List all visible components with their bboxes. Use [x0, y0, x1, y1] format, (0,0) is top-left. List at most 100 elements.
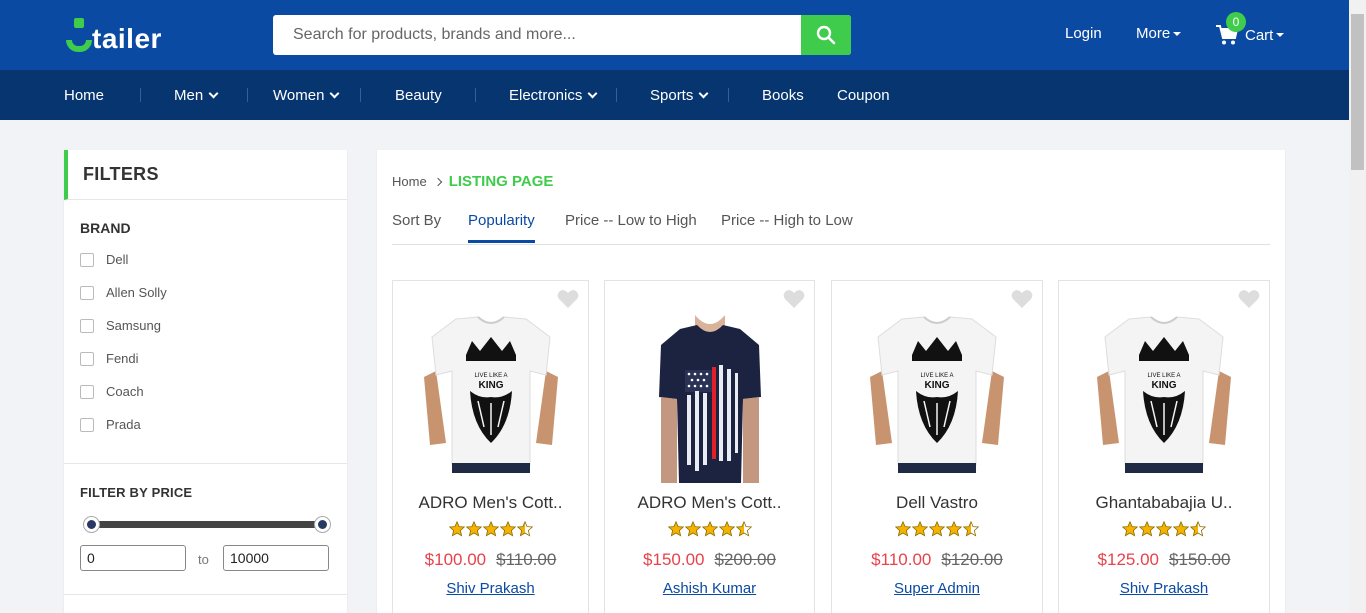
site-logo[interactable]: tailer [64, 14, 162, 54]
seller-link[interactable]: Shiv Prakash [393, 580, 588, 597]
nav-item-sports[interactable]: Sports [650, 87, 709, 104]
wishlist-heart-icon[interactable] [557, 289, 579, 314]
current-price: $125.00 [1097, 550, 1159, 569]
svg-text:KING: KING [478, 380, 503, 391]
filters-title: FILTERS [64, 150, 347, 200]
checkbox[interactable] [80, 318, 94, 333]
price-max-input[interactable] [223, 545, 329, 571]
nav-item-men[interactable]: Men [174, 87, 219, 104]
product-image[interactable] [634, 315, 785, 488]
sort-popularity[interactable]: Popularity [468, 212, 535, 229]
checkbox[interactable] [80, 252, 94, 267]
brand-option-allen-solly[interactable]: Allen Solly [80, 285, 167, 300]
seller-link[interactable]: Ashish Kumar [605, 580, 814, 597]
product-image[interactable]: LIVE LIKE A KING [415, 315, 566, 478]
brand-option-prada[interactable]: Prada [80, 417, 141, 432]
search-input[interactable] [273, 15, 801, 55]
rating-stars [605, 521, 814, 537]
checkbox[interactable] [80, 285, 94, 300]
nav-label: Beauty [395, 87, 442, 104]
search-bar [273, 15, 851, 55]
product-name[interactable]: ADRO Men's Cott.. [393, 493, 588, 513]
sort-price-high-low[interactable]: Price -- High to Low [721, 212, 853, 229]
main-nav: Home Men Women Beauty Electronics Sports… [0, 70, 1349, 120]
nav-item-books[interactable]: Books [762, 87, 804, 104]
caret-down-icon [1276, 33, 1285, 37]
search-button[interactable] [801, 15, 851, 55]
checkbox[interactable] [80, 417, 94, 432]
svg-text:KING: KING [1152, 380, 1177, 391]
brand-option-fendi[interactable]: Fendi [80, 351, 139, 366]
login-link[interactable]: Login [1065, 25, 1102, 42]
brand-label: Samsung [106, 318, 161, 333]
rating-stars [1059, 521, 1269, 537]
brand-option-samsung[interactable]: Samsung [80, 318, 161, 333]
nav-label: Women [273, 87, 325, 104]
nav-item-home[interactable]: Home [64, 87, 104, 104]
product-image[interactable]: LIVE LIKE A KING [1089, 315, 1239, 478]
checkbox[interactable] [80, 351, 94, 366]
search-icon [816, 25, 836, 45]
brand-filter-title: BRAND [80, 220, 131, 236]
price-slider-min-handle[interactable] [83, 516, 100, 533]
logo-text: tailer [92, 23, 162, 54]
price-min-input[interactable] [80, 545, 186, 571]
nav-item-electronics[interactable]: Electronics [509, 87, 598, 104]
product-name[interactable]: Dell Vastro [832, 493, 1042, 513]
current-price: $110.00 [871, 550, 932, 569]
nav-item-women[interactable]: Women [273, 87, 340, 104]
brand-option-dell[interactable]: Dell [80, 252, 128, 267]
product-card[interactable]: LIVE LIKE A KING Dell Vastro $110.00 $120.00… [831, 280, 1043, 613]
price-slider-max-handle[interactable] [314, 516, 331, 533]
chevron-right-icon [433, 177, 442, 186]
price-row: $100.00 $110.00 [393, 550, 588, 570]
seller-link[interactable]: Super Admin [832, 580, 1042, 597]
more-menu[interactable]: More [1136, 25, 1182, 42]
product-card[interactable]: ADRO Men's Cott.. $150.00 $200.00 Ashish Ku… [604, 280, 815, 613]
nav-item-beauty[interactable]: Beauty [395, 87, 442, 104]
product-card[interactable]: LIVE LIKE A KING ADRO Men's Cott.. $100.00 $… [392, 280, 589, 613]
cart-label: Cart [1245, 26, 1274, 44]
product-image[interactable]: LIVE LIKE A KING [862, 315, 1012, 478]
rating-stars [393, 521, 588, 537]
original-price: $110.00 [496, 550, 557, 569]
seller-link[interactable]: Shiv Prakash [1059, 580, 1269, 597]
more-label: More [1136, 25, 1171, 42]
svg-text:LIVE LIKE A: LIVE LIKE A [920, 373, 953, 379]
logo-mark [64, 18, 94, 54]
checkbox[interactable] [80, 384, 94, 399]
price-row: $150.00 $200.00 [605, 550, 814, 570]
page-scrollbar[interactable] [1349, 0, 1366, 613]
original-price: $120.00 [941, 550, 1003, 569]
price-to-label: to [198, 552, 209, 567]
breadcrumb: Home LISTING PAGE [392, 173, 553, 190]
price-filter-title: FILTER BY PRICE [80, 485, 193, 500]
active-sort-indicator [468, 240, 535, 243]
wishlist-heart-icon[interactable] [1238, 289, 1260, 314]
brand-label: Dell [106, 252, 129, 267]
brand-option-coach[interactable]: Coach [80, 384, 144, 399]
divider [64, 463, 347, 464]
nav-label: Books [762, 87, 804, 104]
breadcrumb-home[interactable]: Home [392, 174, 427, 189]
price-slider-track[interactable] [91, 521, 323, 528]
caret-down-icon [1173, 32, 1182, 37]
brand-label: Prada [106, 417, 141, 432]
sort-price-low-high[interactable]: Price -- Low to High [565, 212, 697, 229]
divider [64, 594, 347, 595]
current-price: $100.00 [424, 550, 487, 569]
wishlist-heart-icon[interactable] [783, 289, 805, 314]
product-name[interactable]: Ghantababajia U.. [1059, 493, 1269, 513]
original-price: $200.00 [714, 550, 776, 569]
sort-label: Sort By [392, 212, 442, 229]
nav-item-coupon[interactable]: Coupon [837, 87, 890, 104]
product-card[interactable]: LIVE LIKE A KING Ghantababajia U.. $125.00 $… [1058, 280, 1270, 613]
wishlist-heart-icon[interactable] [1011, 289, 1033, 314]
sort-bar: Sort By Popularity Price -- Low to High … [392, 212, 1270, 245]
cart-button[interactable]: 0 Cart [1215, 12, 1285, 46]
price-row: $110.00 $120.00 [832, 550, 1042, 570]
brand-label: Coach [106, 384, 144, 399]
nav-label: Coupon [837, 87, 890, 104]
scrollbar-thumb[interactable] [1351, 14, 1364, 170]
product-name[interactable]: ADRO Men's Cott.. [605, 493, 814, 513]
